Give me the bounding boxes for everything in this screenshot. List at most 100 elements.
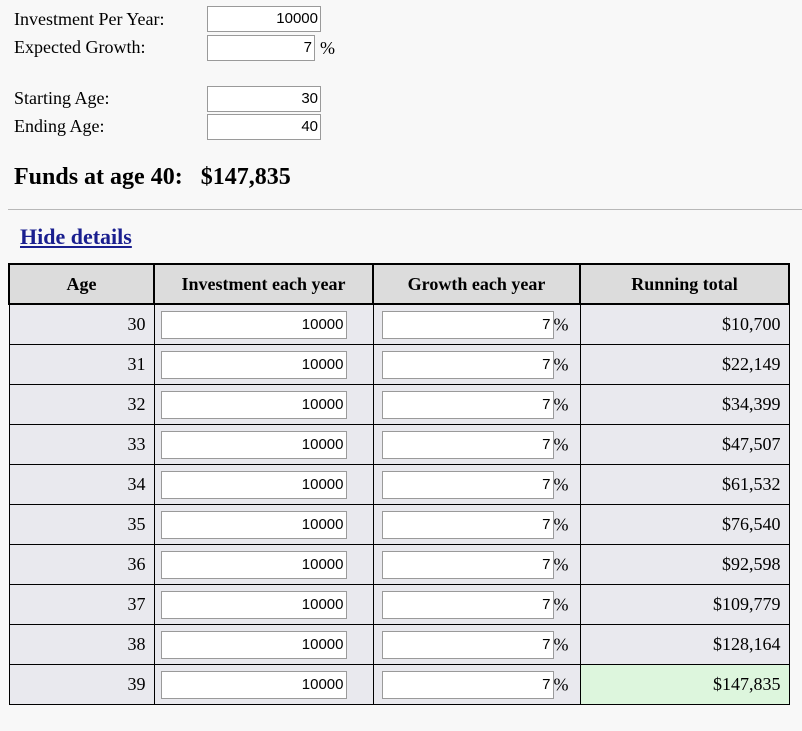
growth-cell: 7% [372, 544, 581, 585]
investment-per-year-label: Investment Per Year: [14, 9, 165, 29]
investment-input[interactable]: 10000 [160, 510, 347, 539]
investment-cell: 10000 [153, 664, 374, 705]
table-row: 38 10000 7% $128,164 [8, 624, 790, 665]
table-row: 36 10000 7% $92,598 [8, 544, 790, 585]
growth-input[interactable]: 7 [381, 630, 554, 659]
header-investment: Investment each year [153, 263, 374, 305]
running-total-cell: $47,507 [579, 424, 790, 465]
growth-input[interactable]: 7 [381, 310, 554, 339]
table-row: 33 10000 7% $47,507 [8, 424, 790, 465]
table-row: 34 10000 7% $61,532 [8, 464, 790, 505]
investment-cell: 10000 [153, 584, 374, 625]
investment-input[interactable]: 10000 [160, 470, 347, 499]
investment-cell: 10000 [153, 464, 374, 505]
growth-input[interactable]: 7 [381, 470, 554, 499]
investment-input[interactable]: 10000 [160, 310, 347, 339]
investment-cell: 10000 [153, 344, 374, 385]
growth-input[interactable]: 7 [381, 350, 554, 379]
age-cell: 39 [8, 664, 155, 705]
running-total-cell: $109,779 [579, 584, 790, 625]
age-cell: 33 [8, 424, 155, 465]
ending-age-input[interactable]: 40 [207, 114, 321, 140]
age-cell: 37 [8, 584, 155, 625]
running-total-cell: $128,164 [579, 624, 790, 665]
growth-percent-sign: % [553, 394, 569, 414]
investment-cell: 10000 [153, 424, 374, 465]
investment-input[interactable]: 10000 [160, 630, 347, 659]
table-row: 39 10000 7% $147,835 [8, 664, 790, 705]
growth-percent-sign: % [553, 434, 569, 454]
growth-input[interactable]: 7 [381, 550, 554, 579]
growth-cell: 7% [372, 664, 581, 705]
header-running-total: Running total [579, 263, 790, 305]
running-total-cell: $61,532 [579, 464, 790, 505]
age-cell: 34 [8, 464, 155, 505]
growth-cell: 7% [372, 384, 581, 425]
running-total-cell: $92,598 [579, 544, 790, 585]
investment-per-year-input[interactable]: 10000 [207, 6, 321, 32]
growth-percent-sign: % [553, 354, 569, 374]
percent-sign: % [320, 38, 335, 58]
ending-age-label: Ending Age: [14, 116, 105, 136]
growth-cell: 7% [372, 584, 581, 625]
running-total-cell: $22,149 [579, 344, 790, 385]
investment-input[interactable]: 10000 [160, 430, 347, 459]
table-row: 31 10000 7% $22,149 [8, 344, 790, 385]
investment-input[interactable]: 10000 [160, 350, 347, 379]
header-age: Age [8, 263, 155, 305]
age-cell: 30 [8, 303, 155, 345]
table-row: 37 10000 7% $109,779 [8, 584, 790, 625]
growth-cell: 7% [372, 504, 581, 545]
investment-input[interactable]: 10000 [160, 550, 347, 579]
details-table: Age Investment each year Growth each yea… [8, 263, 790, 705]
starting-age-input[interactable]: 30 [207, 86, 321, 112]
hide-details-link[interactable]: Hide details [20, 224, 132, 250]
growth-input[interactable]: 7 [381, 670, 554, 699]
age-cell: 35 [8, 504, 155, 545]
running-total-cell: $10,700 [579, 303, 790, 345]
growth-percent-sign: % [553, 634, 569, 654]
growth-cell: 7% [372, 624, 581, 665]
growth-percent-sign: % [553, 594, 569, 614]
divider [8, 209, 802, 210]
investment-input[interactable]: 10000 [160, 390, 347, 419]
growth-cell: 7% [372, 344, 581, 385]
table-row: 30 10000 7% $10,700 [8, 303, 790, 345]
growth-input[interactable]: 7 [381, 510, 554, 539]
growth-cell: 7% [372, 464, 581, 505]
investment-input[interactable]: 10000 [160, 590, 347, 619]
growth-percent-sign: % [553, 514, 569, 534]
funds-summary: Funds at age 40: $147,835 [14, 164, 291, 191]
growth-percent-sign: % [553, 554, 569, 574]
header-growth: Growth each year [372, 263, 581, 305]
table-body: 30 10000 7% $10,700 31 10000 7% $22,149 32 10000 7… [8, 303, 790, 705]
expected-growth-label: Expected Growth: [14, 37, 146, 57]
age-cell: 32 [8, 384, 155, 425]
growth-cell: 7% [372, 424, 581, 465]
running-total-cell: $34,399 [579, 384, 790, 425]
investment-cell: 10000 [153, 504, 374, 545]
growth-percent-sign: % [553, 314, 569, 334]
growth-input[interactable]: 7 [381, 390, 554, 419]
starting-age-label: Starting Age: [14, 88, 110, 108]
investment-cell: 10000 [153, 624, 374, 665]
age-cell: 36 [8, 544, 155, 585]
growth-input[interactable]: 7 [381, 590, 554, 619]
growth-cell: 7% [372, 303, 581, 345]
investment-cell: 10000 [153, 544, 374, 585]
age-cell: 38 [8, 624, 155, 665]
table-header-row: Age Investment each year Growth each yea… [8, 263, 790, 305]
running-total-cell: $147,835 [579, 664, 790, 705]
age-cell: 31 [8, 344, 155, 385]
table-row: 35 10000 7% $76,540 [8, 504, 790, 545]
growth-percent-sign: % [553, 474, 569, 494]
investment-input[interactable]: 10000 [160, 670, 347, 699]
funds-label: Funds at age 40: [14, 164, 183, 190]
expected-growth-input[interactable]: 7 [207, 35, 315, 61]
investment-cell: 10000 [153, 384, 374, 425]
funds-value: $147,835 [200, 164, 291, 190]
growth-input[interactable]: 7 [381, 430, 554, 459]
running-total-cell: $76,540 [579, 504, 790, 545]
investment-cell: 10000 [153, 303, 374, 345]
table-row: 32 10000 7% $34,399 [8, 384, 790, 425]
